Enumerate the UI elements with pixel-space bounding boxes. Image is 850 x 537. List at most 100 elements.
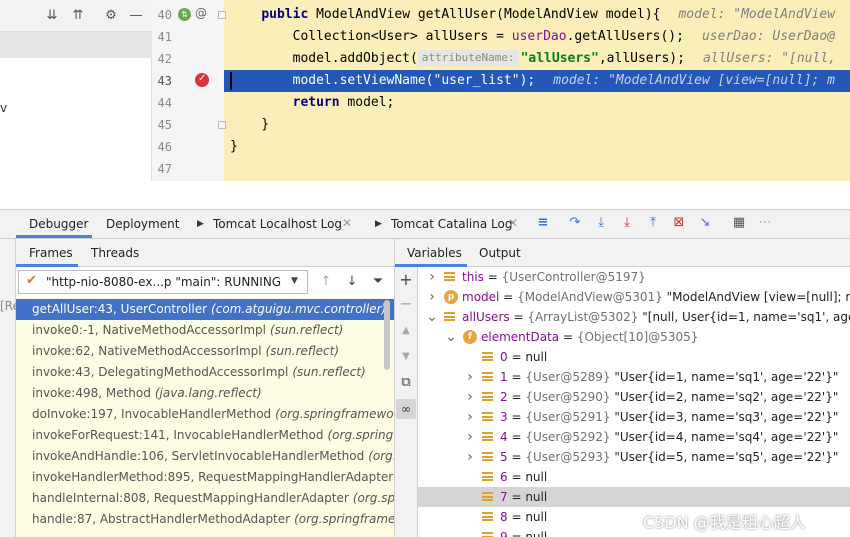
remove-watch-icon[interactable]: − <box>398 296 414 312</box>
variable-row[interactable]: › 1 = {User@5289} "User{id=1, name='sq1',… <box>418 367 850 387</box>
inline-debug-value: model: "ModelAndView <box>678 7 836 22</box>
chevron-down-icon[interactable]: ⌄ <box>426 307 438 327</box>
step-out-icon[interactable]: ⤒ <box>645 215 661 231</box>
variable-name: this <box>462 270 484 284</box>
variable-row[interactable]: › 5 = {User@5293} "User{id=5, name='sq5',… <box>418 447 850 467</box>
gear-icon[interactable]: ⚙ <box>103 8 119 24</box>
variable-value: "User{id=3, name='sq3', age='22'}" <box>614 410 839 424</box>
stack-frame-method: invoke:43, DelegatingMethodAccessorImpl <box>32 365 289 379</box>
tab-tomcat-localhost-log[interactable]: Tomcat Localhost Log <box>213 210 342 238</box>
variable-text: 9 = null <box>500 527 547 537</box>
variable-row[interactable]: › 2 = {User@5290} "User{id=2, name='sq2',… <box>418 387 850 407</box>
stack-frame-method: getAllUser:43, UserController <box>32 302 208 316</box>
step-over-icon[interactable]: ↷ <box>567 215 583 231</box>
trace-icon[interactable]: ⋯ <box>757 215 773 231</box>
tab-debugger[interactable]: Debugger <box>16 210 92 238</box>
stack-frame-row[interactable]: doInvoke:197, InvocableHandlerMethod (org… <box>16 404 394 425</box>
field-value-icon <box>482 412 493 421</box>
show-watches-icon[interactable]: ∞ <box>396 399 416 419</box>
next-frame-icon[interactable]: ↓ <box>344 274 360 290</box>
variable-row[interactable]: › 4 = {User@5292} "User{id=4, name='sq4',… <box>418 427 850 447</box>
tomcat-log-icon: ▶ <box>197 219 204 229</box>
chevron-right-icon[interactable]: › <box>464 367 476 387</box>
variable-row[interactable]: › this = {UserController@5197} <box>418 267 850 287</box>
chevron-right-icon[interactable]: › <box>464 447 476 467</box>
drop-frame-icon[interactable]: ⊠ <box>671 215 687 231</box>
inline-debug-value: allUsers: "[null, <box>702 51 836 66</box>
tab-deployment[interactable]: Deployment <box>106 210 179 238</box>
variable-row[interactable]: 0 = null <box>418 347 850 367</box>
chevron-right-icon[interactable]: › <box>426 267 438 287</box>
close-icon[interactable]: ✕ <box>342 216 352 230</box>
variable-row[interactable]: › p model = {ModelAndView@5301} "ModelAndV… <box>418 287 850 307</box>
stack-frame-row[interactable]: invoke:43, DelegatingMethodAccessorImpl(… <box>16 362 394 383</box>
stack-frame-row[interactable]: invokeAndHandle:106, ServletInvocableHan… <box>16 446 394 467</box>
code-line[interactable] <box>230 158 850 180</box>
expand-all-icon[interactable]: ⇊ <box>44 8 60 24</box>
tab-frames[interactable]: Frames <box>16 239 78 267</box>
run-to-cursor-icon[interactable]: ↘ <box>697 215 713 231</box>
code-token: } <box>230 139 238 154</box>
stack-frame-method: invokeHandlerMethod:895, RequestMappingH… <box>32 470 394 484</box>
move-up-icon[interactable]: ▲ <box>398 323 414 339</box>
line-number: 44 <box>157 96 172 110</box>
variable-row[interactable]: 7 = null <box>418 487 850 507</box>
evaluate-expression-icon[interactable]: ▦ <box>731 215 747 231</box>
variable-row[interactable]: 6 = null <box>418 467 850 487</box>
stack-frame-row[interactable]: invokeHandlerMethod:895, RequestMappingH… <box>16 467 394 488</box>
chevron-right-icon[interactable]: › <box>464 427 476 447</box>
chevron-right-icon[interactable]: › <box>464 407 476 427</box>
close-icon[interactable]: ✕ <box>508 216 518 230</box>
variable-value: null <box>525 490 548 504</box>
code-line[interactable]: model.setViewName("user_list"); model: "M… <box>230 70 850 92</box>
previous-frame-icon[interactable]: ↑ <box>318 274 334 290</box>
code-line[interactable]: Collection<User> allUsers = userDao.getA… <box>230 26 850 48</box>
code-line[interactable]: } <box>230 114 850 136</box>
code-line[interactable]: model.addObject(attributeName: "allUsers"… <box>230 48 850 70</box>
code-token: ModelAndView getAllUser(ModelAndView mod… <box>308 7 661 22</box>
variable-row[interactable]: › 3 = {User@5291} "User{id=3, name='sq3',… <box>418 407 850 427</box>
chevron-right-icon[interactable]: › <box>426 287 438 307</box>
code-line[interactable]: public ModelAndView getAllUser(ModelAndV… <box>230 4 850 26</box>
force-step-into-icon[interactable]: ⤓ <box>619 215 635 231</box>
move-down-icon[interactable]: ▼ <box>398 349 414 365</box>
tab-variables[interactable]: Variables <box>395 239 467 267</box>
equals-sign: = <box>507 430 526 444</box>
tab-tomcat-catalina-log[interactable]: Tomcat Catalina Log <box>391 210 512 238</box>
stack-frame-method: invokeForRequest:141, InvocableHandlerMe… <box>32 428 324 442</box>
stack-frame-package: (org.springframewor <box>275 407 394 421</box>
frames-scrollbar[interactable] <box>384 300 390 370</box>
stack-frame-row[interactable]: getAllUser:43, UserController (com.atguig… <box>16 299 394 320</box>
tab-output[interactable]: Output <box>479 239 521 267</box>
stack-frame-row[interactable]: handleInternal:808, RequestMappingHandle… <box>16 488 394 509</box>
tab-threads[interactable]: Threads <box>91 239 139 267</box>
equals-sign: = <box>507 490 526 504</box>
step-into-icon[interactable]: ⤓ <box>593 215 609 231</box>
variable-text: model = {ModelAndView@5301} "ModelAndVie… <box>462 287 850 307</box>
stack-frame-package: (com.atguigu.mvc.controller) <box>211 302 387 316</box>
variable-text: 0 = null <box>500 347 547 367</box>
stack-frame-row[interactable]: handle:87, AbstractHandlerMethodAdapter(… <box>16 509 394 530</box>
chevron-down-icon[interactable]: ⌄ <box>445 327 457 347</box>
code-line[interactable]: } <box>230 136 850 158</box>
variable-row[interactable]: ⌄ allUsers = {ArrayList@5302} "[null, Use… <box>418 307 850 327</box>
stack-frame-row[interactable]: invoke:62, NativeMethodAccessorImpl (sun.… <box>16 341 394 362</box>
fold-marker-icon[interactable] <box>218 11 226 19</box>
stack-frame-package: (org.springfr <box>327 428 395 442</box>
stack-frame-row[interactable]: invokeForRequest:141, InvocableHandlerMe… <box>16 425 394 446</box>
stack-frame-row[interactable]: invoke0:-1, NativeMethodAccessorImpl (sun… <box>16 320 394 341</box>
filter-icon[interactable]: ⏷ <box>370 274 386 290</box>
stack-frame-row[interactable]: invoke:498, Method (java.lang.reflect) <box>16 383 394 404</box>
code-token: model.addObject( <box>230 51 418 66</box>
collapse-all-icon[interactable]: ⇈ <box>70 8 86 24</box>
chevron-right-icon[interactable]: › <box>464 387 476 407</box>
editor-debug-separator[interactable] <box>0 181 850 209</box>
copy-icon[interactable]: ⧉ <box>398 375 414 391</box>
fold-end-marker-icon[interactable] <box>218 121 226 129</box>
show-execution-point-icon[interactable]: ≡ <box>535 215 551 231</box>
variable-row[interactable]: ⌄ f elementData = {Object[10]@5305} <box>418 327 850 347</box>
minimize-icon[interactable]: — <box>128 8 144 24</box>
add-watch-icon[interactable]: + <box>398 272 414 288</box>
code-line[interactable]: return model; <box>230 92 850 114</box>
code-token: ,allUsers); <box>598 51 685 66</box>
